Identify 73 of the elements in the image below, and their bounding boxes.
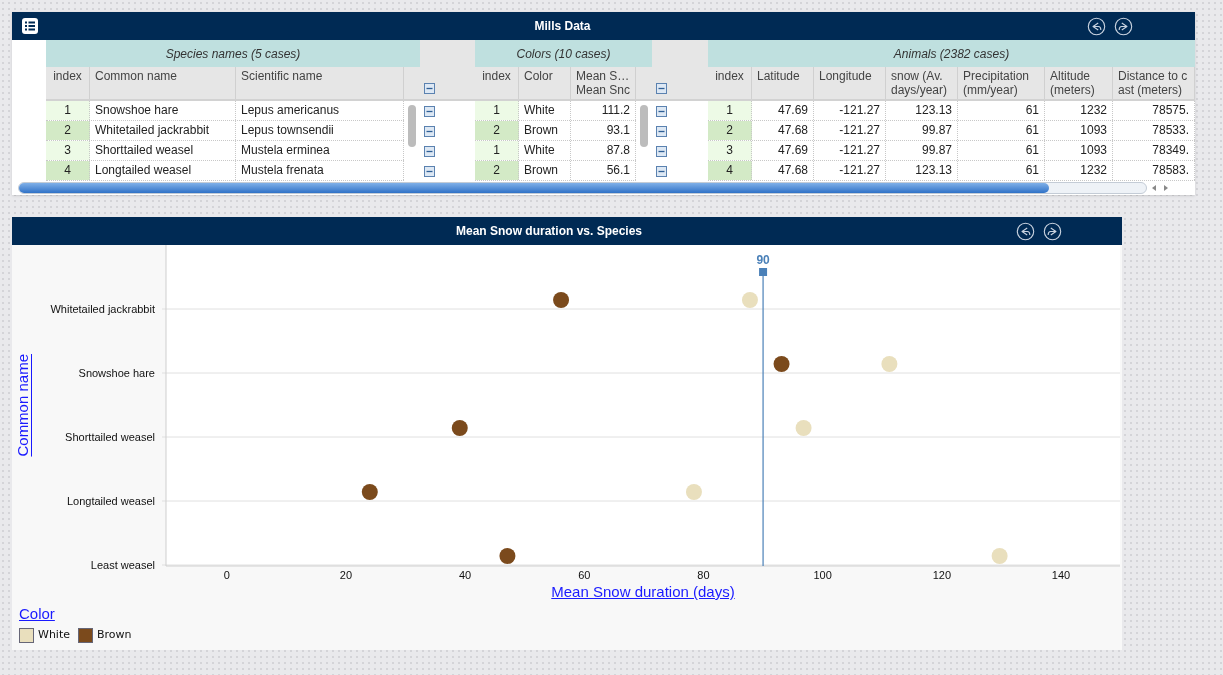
redo-icon[interactable]: [1114, 16, 1133, 36]
table-cell: 4: [46, 161, 90, 180]
tick-label: 0: [223, 569, 230, 581]
legend-label: Brown: [97, 627, 132, 643]
table-cell: 4: [708, 161, 752, 180]
column-header[interactable]: index: [46, 67, 90, 99]
data-point[interactable]: [553, 292, 570, 308]
data-point[interactable]: [499, 548, 516, 564]
table-cell: 1: [46, 101, 90, 120]
axis-title[interactable]: Common name: [11, 354, 35, 457]
tick-label: 20: [339, 569, 353, 581]
category-label: Whitetailed jackrabbit: [50, 303, 155, 315]
collapse-icon[interactable]: [656, 125, 667, 137]
redo-icon[interactable]: [1043, 221, 1062, 241]
scrollbar-thumb[interactable]: [19, 183, 1049, 193]
table-cell: 2: [475, 161, 519, 180]
collapse-icon[interactable]: [656, 165, 667, 177]
column-header[interactable]: Color: [519, 67, 571, 99]
table-cell: 3: [46, 141, 90, 160]
column-header[interactable]: snow (Av. days/year): [886, 67, 958, 99]
collapse-icon[interactable]: [656, 105, 667, 117]
window-title: Mean Snow duration vs. Species: [455, 223, 642, 240]
column-header[interactable]: index: [708, 67, 752, 99]
collapse-icon[interactable]: [424, 83, 435, 94]
vertical-scrollbar[interactable]: [408, 105, 416, 147]
column-header[interactable]: Latitude: [752, 67, 814, 99]
column-header[interactable]: Scientific name: [236, 67, 404, 99]
table-cell: 1: [708, 101, 752, 120]
window-title: Mills Data: [534, 18, 591, 35]
table-icon[interactable]: [22, 18, 38, 34]
collapse-icon[interactable]: [424, 125, 435, 137]
column-header[interactable]: Mean S… Mean Snc: [571, 67, 636, 99]
table-cell: 1: [475, 141, 519, 160]
tick-label: 40: [459, 569, 472, 581]
column-header[interactable]: Altitude (meters): [1045, 67, 1113, 99]
table-cell: 2: [475, 121, 519, 140]
axis-title[interactable]: Mean Snow duration (days): [551, 583, 735, 601]
group-header: Colors (10 cases): [475, 40, 652, 67]
legend-label: White: [38, 627, 70, 643]
column-header[interactable]: Common name: [90, 67, 236, 99]
undo-icon[interactable]: [1087, 16, 1106, 36]
category-label: Longtailed weasel: [66, 495, 155, 507]
value-label: 90: [756, 253, 770, 267]
tick-label: 60: [578, 569, 591, 581]
category-label: Snowshoe hare: [78, 367, 155, 379]
table-cell: 2: [708, 121, 752, 140]
data-point[interactable]: [451, 420, 468, 436]
column-header[interactable]: index: [475, 67, 519, 99]
group-header: Species names (5 cases): [46, 40, 420, 67]
category-label: Shorttailed weasel: [65, 431, 155, 443]
collapse-icon[interactable]: [424, 145, 435, 157]
collapse-icon[interactable]: [424, 165, 435, 177]
column-header[interactable]: Precipitation (mm/year): [958, 67, 1045, 99]
table-cell: 2: [46, 121, 90, 140]
column-header[interactable]: Longitude: [814, 67, 886, 99]
category-label: Least weasel: [90, 559, 155, 571]
column-header[interactable]: Distance to c ast (meters): [1113, 67, 1195, 99]
collapse-icon[interactable]: [656, 83, 667, 94]
vertical-scrollbar[interactable]: [640, 105, 648, 147]
data-point[interactable]: [773, 356, 790, 372]
data-point[interactable]: [361, 484, 378, 500]
drag-handle[interactable]: [759, 268, 768, 276]
tick-label: 100: [813, 569, 832, 581]
table-cell: 1: [475, 101, 519, 120]
undo-icon[interactable]: [1016, 221, 1035, 241]
collapse-icon[interactable]: [656, 145, 667, 157]
legend-title[interactable]: Color: [19, 605, 55, 623]
tick-label: 120: [932, 569, 951, 581]
tick-label: 80: [697, 569, 710, 581]
tick-label: 140: [1051, 569, 1071, 581]
collapse-icon[interactable]: [424, 105, 435, 117]
group-header: Animals (2382 cases): [708, 40, 1195, 67]
table-cell: 3: [708, 141, 752, 160]
